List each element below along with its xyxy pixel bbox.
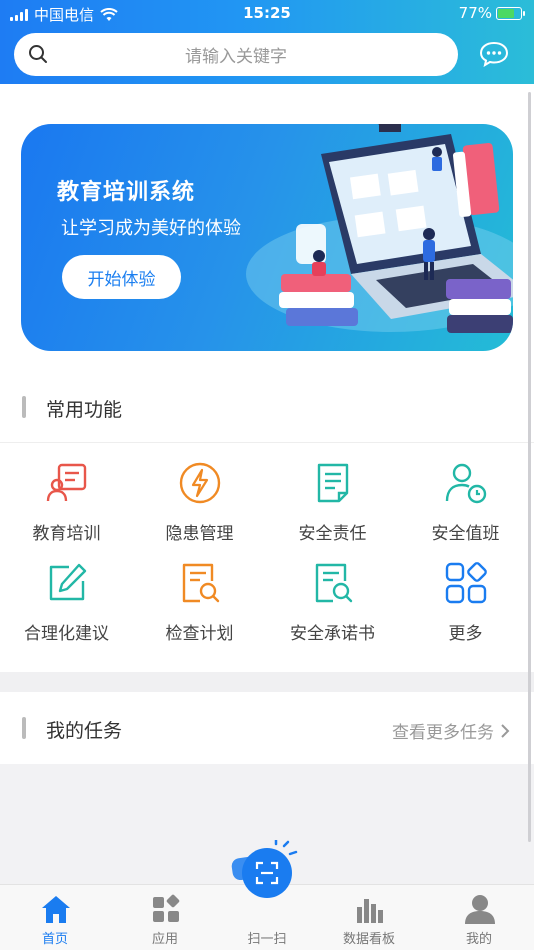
nav-profile[interactable]: 我的 <box>426 885 532 950</box>
status-bar: 中国电信 15:25 77% <box>0 0 534 28</box>
training-icon <box>46 463 87 502</box>
nav-label: 数据看板 <box>342 932 395 947</box>
user-icon <box>465 895 495 924</box>
common-functions-header: 常用功能 <box>0 378 534 438</box>
header: 中国电信 15:25 77% 请输入关键字 <box>0 0 534 84</box>
person-clock-icon <box>445 463 487 504</box>
grid-item-label: 合理化建议 <box>24 624 109 644</box>
nav-data-board[interactable]: 数据看板 <box>316 885 422 950</box>
nav-home[interactable]: 首页 <box>2 885 108 950</box>
banner-subtitle: 让学习成为美好的体验 <box>61 218 241 239</box>
grid-item-duty[interactable]: 安全值班 <box>399 443 532 544</box>
section-marker <box>22 717 26 739</box>
my-tasks-header: 我的任务 查看更多任务 <box>0 692 534 764</box>
grid-item-commitment[interactable]: 安全承诺书 <box>266 543 399 644</box>
scrollbar[interactable] <box>528 92 531 842</box>
start-experience-button[interactable]: 开始体验 <box>62 255 181 299</box>
banner-title: 教育培训系统 <box>57 180 196 205</box>
grid-item-responsibility[interactable]: 安全责任 <box>266 443 399 544</box>
chevron-right-icon <box>501 723 510 738</box>
scan-icon <box>255 861 279 885</box>
nav-label: 首页 <box>41 932 68 947</box>
search-input[interactable]: 请输入关键字 <box>14 42 458 67</box>
section-title: 常用功能 <box>46 399 123 421</box>
nav-apps[interactable]: 应用 <box>112 885 218 950</box>
education-illustration <box>246 124 513 333</box>
edit-icon <box>49 563 87 601</box>
grid-item-label: 安全责任 <box>298 524 367 544</box>
grid-item-more[interactable]: 更多 <box>399 543 532 644</box>
grid-item-hazard[interactable]: 隐患管理 <box>133 443 266 544</box>
section-marker <box>22 396 26 418</box>
doc-search-icon <box>182 563 220 603</box>
grid-icon <box>445 562 487 604</box>
grid-item-label: 检查计划 <box>165 624 234 644</box>
grid-item-suggestion[interactable]: 合理化建议 <box>0 543 133 644</box>
scan-button[interactable] <box>242 848 292 898</box>
grid-item-label: 更多 <box>448 624 483 644</box>
grid-item-label: 隐患管理 <box>165 524 234 544</box>
status-right: 77% <box>458 4 525 22</box>
lightning-icon <box>179 462 221 504</box>
function-grid: 教育培训 隐患管理 安全责任 安全值班 合理化建议 检查计划 安全承诺书 更多 <box>0 443 534 672</box>
message-icon[interactable] <box>479 41 509 67</box>
doc-search-icon <box>315 563 353 603</box>
search-icon <box>29 45 47 63</box>
search-bar[interactable]: 请输入关键字 <box>14 33 458 76</box>
nav-label: 我的 <box>465 932 492 947</box>
grid-item-label: 安全值班 <box>431 524 500 544</box>
view-more-label: 查看更多任务 <box>392 723 494 743</box>
view-more-tasks-link[interactable]: 查看更多任务 <box>392 718 510 743</box>
battery-percent: 77% <box>458 4 492 22</box>
banner[interactable]: 教育培训系统 让学习成为美好的体验 开始体验 <box>21 124 513 351</box>
grid-item-label: 教育培训 <box>32 524 101 544</box>
nav-label: 应用 <box>151 932 178 947</box>
document-icon <box>317 463 349 503</box>
grid-item-label: 安全承诺书 <box>290 624 375 644</box>
section-gap <box>0 672 534 692</box>
home-icon <box>42 896 70 923</box>
grid-item-inspection-plan[interactable]: 检查计划 <box>133 543 266 644</box>
battery-icon <box>496 6 525 20</box>
grid-item-training[interactable]: 教育培训 <box>0 443 133 544</box>
status-time: 15:25 <box>243 4 291 22</box>
apps-icon <box>153 894 180 922</box>
section-title: 我的任务 <box>46 720 123 742</box>
nav-label: 扫一扫 <box>247 932 287 947</box>
chart-icon <box>357 899 383 923</box>
